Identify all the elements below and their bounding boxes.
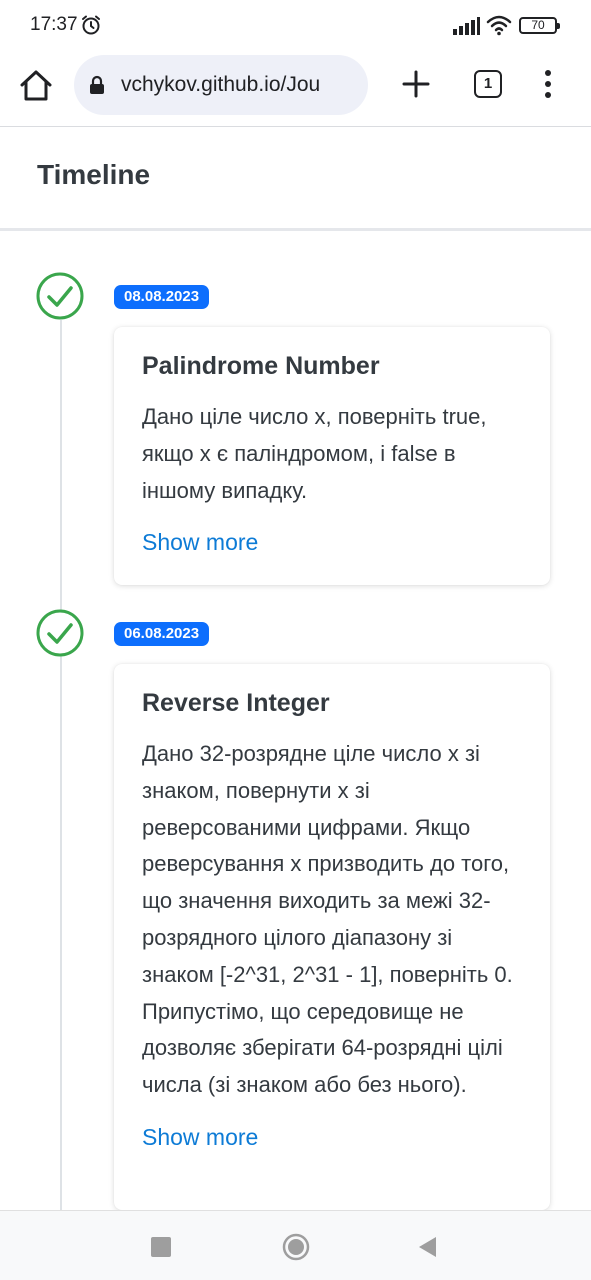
show-more-link[interactable]: Show more bbox=[142, 529, 522, 556]
card-text: Дано ціле число x, поверніть true, якщо … bbox=[142, 404, 487, 503]
card-title: Palindrome Number bbox=[142, 352, 380, 380]
wifi-icon bbox=[486, 15, 512, 36]
signal-icon bbox=[453, 17, 480, 35]
show-more-link[interactable]: Show more bbox=[142, 1124, 522, 1151]
recents-button[interactable] bbox=[151, 1237, 171, 1257]
battery-icon: 70 bbox=[519, 17, 560, 34]
address-bar[interactable]: vchykov.github.io/Jou bbox=[74, 55, 368, 115]
check-circle-icon bbox=[36, 609, 84, 657]
check-circle-icon bbox=[36, 272, 84, 320]
card-title: Reverse Integer bbox=[142, 689, 330, 717]
alarm-icon bbox=[82, 15, 100, 35]
browser-toolbar: vchykov.github.io/Jou 1 bbox=[0, 52, 591, 126]
status-time: 17:37 bbox=[30, 14, 78, 35]
tabs-button[interactable]: 1 bbox=[474, 70, 502, 98]
home-icon[interactable] bbox=[18, 68, 54, 102]
status-bar: 17:37 70 bbox=[0, 0, 591, 52]
url-text[interactable]: vchykov.github.io/Jou bbox=[121, 73, 361, 97]
timeline-card: Reverse Integer Дано 32-розрядне ціле чи… bbox=[114, 664, 550, 1210]
header-divider bbox=[0, 228, 591, 231]
date-badge: 06.08.2023 bbox=[114, 622, 210, 646]
timeline-card: Palindrome Number Дано ціле число x, пов… bbox=[114, 327, 550, 585]
card-text: Дано 32-розрядне ціле число x зі знаком,… bbox=[142, 741, 513, 1098]
system-nav-bar bbox=[0, 1210, 591, 1280]
toolbar-divider bbox=[0, 126, 591, 127]
plus-icon[interactable] bbox=[400, 68, 432, 100]
date-badge: 08.08.2023 bbox=[114, 285, 210, 309]
home-nav-button[interactable] bbox=[282, 1233, 310, 1261]
menu-icon[interactable] bbox=[538, 68, 558, 100]
back-nav-button[interactable] bbox=[416, 1235, 438, 1259]
timeline-line bbox=[60, 320, 62, 1210]
lock-icon[interactable] bbox=[88, 75, 106, 95]
page-title: Timeline bbox=[37, 159, 151, 190]
